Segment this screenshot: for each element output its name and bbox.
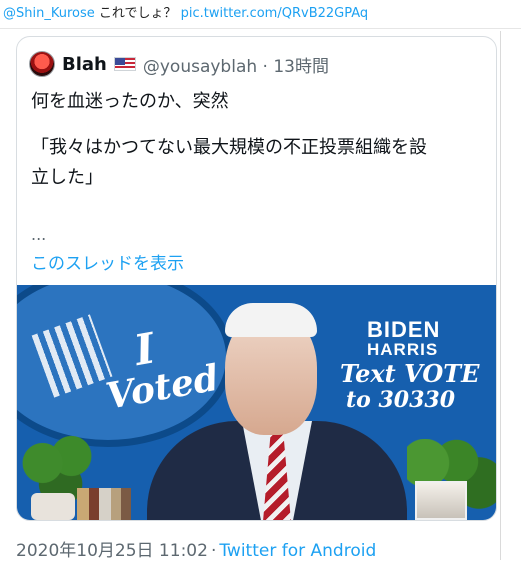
framed-photo [415,481,467,520]
tweet-footer: 2020年10月25日 11:02 · Twitter for Android [16,536,376,561]
quoted-line-2: 「我々はかつてない最大規模の不正投票組織を設 [31,137,427,158]
hair [225,303,317,337]
username-link[interactable]: @Shin_Kurose [3,6,95,21]
pic-link[interactable]: pic.twitter.com/QRvB22GPAq [181,6,369,21]
video-media[interactable]: I Voted BIDEN HARRIS Text VOTE to 30330 [17,285,496,520]
avatar[interactable] [29,51,55,77]
truncation-ellipsis: ... [31,225,47,244]
speaker-figure [147,303,407,520]
divider [0,28,521,29]
show-thread-link[interactable]: このスレッドを表示 [31,249,184,274]
handle-time[interactable]: @yousayblah · 13時間 [143,52,329,77]
source-link[interactable]: Twitter for Android [219,541,376,561]
us-flag-icon [113,57,136,71]
quoted-line-1: 何を血迷ったのか、突然 [31,91,229,112]
pot-left [31,493,75,520]
separator: · [210,541,217,561]
tweet-header-line: @Shin_Kurose これでしょ？ pic.twitter.com/QRvB… [0,0,521,28]
quoted-tweet[interactable]: Blah @yousayblah · 13時間 何を血迷ったのか、突然 「我々は… [16,36,497,521]
quoted-tweet-text: 何を血迷ったのか、突然 「我々はかつてない最大規模の不正投票組織を設 立した」 [31,87,486,193]
display-name[interactable]: Blah [62,54,107,75]
bookshelf [77,488,131,520]
header-comment: これでしょ？ [94,6,181,21]
timestamp-link[interactable]: 2020年10月25日 11:02 [16,541,208,561]
quoted-tweet-header: Blah @yousayblah · 13時間 [29,49,329,79]
quoted-line-3: 立した」 [31,167,103,188]
